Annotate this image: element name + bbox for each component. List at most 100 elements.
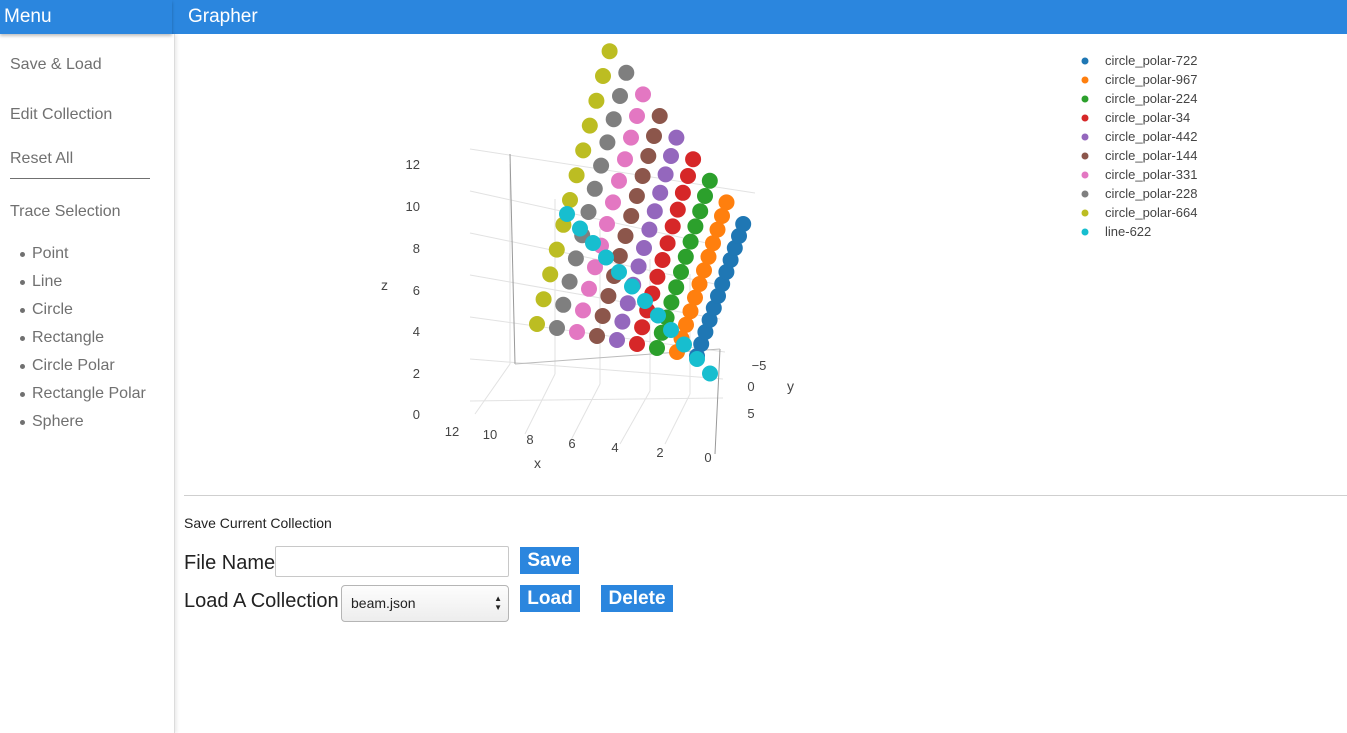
x-tick-label: 0 <box>704 450 711 465</box>
section-divider <box>184 495 1347 496</box>
data-point <box>664 218 681 235</box>
data-point <box>535 291 552 308</box>
legend-entry[interactable]: circle_polar-664 <box>1105 205 1198 220</box>
file-name-label: File Name <box>184 552 276 574</box>
scatter-3d-plot[interactable]: 0 2 4 6 8 10 12 12 10 8 6 4 2 0 −5 0 5 z x y circle_polar-7… <box>175 34 1347 494</box>
file-name-input[interactable] <box>275 546 509 577</box>
data-point <box>687 218 704 235</box>
data-point <box>634 168 651 184</box>
data-point <box>599 216 615 232</box>
legend-entry[interactable]: circle_polar-722 <box>1105 53 1198 68</box>
legend-entry[interactable]: circle_polar-442 <box>1105 129 1198 144</box>
collection-select[interactable]: beam.json ▲ ▼ <box>341 585 509 622</box>
data-point <box>635 86 651 103</box>
z-tick-label: 6 <box>413 283 420 298</box>
bullet-icon <box>20 335 25 341</box>
data-point <box>588 92 605 109</box>
data-point <box>692 203 709 220</box>
data-point <box>611 248 628 264</box>
save-button[interactable]: Save <box>520 547 579 574</box>
data-point <box>629 108 645 124</box>
delete-button[interactable]: Delete <box>601 585 673 612</box>
legend-entry[interactable]: circle_polar-34 <box>1105 110 1190 125</box>
data-point <box>575 302 591 319</box>
data-point <box>575 142 592 159</box>
data-point <box>569 324 585 340</box>
data-point <box>651 108 668 124</box>
data-point <box>657 166 674 183</box>
trace-item-circle[interactable]: Circle <box>20 296 146 324</box>
legend-marker <box>1081 95 1089 103</box>
data-point <box>572 220 588 237</box>
data-point <box>548 241 565 258</box>
data-point <box>617 151 633 168</box>
data-point <box>549 320 565 336</box>
data-point <box>700 248 717 265</box>
legend-entry[interactable]: circle_polar-967 <box>1105 72 1198 87</box>
y-axis-label: y <box>787 378 794 394</box>
app-title: Grapher <box>172 0 1347 34</box>
bullet-icon <box>20 251 25 257</box>
bullet-icon <box>20 391 25 397</box>
data-point <box>668 129 685 146</box>
load-button[interactable]: Load <box>520 585 580 612</box>
x-tick-label: 4 <box>611 440 618 455</box>
trace-item-rectangle-polar[interactable]: Rectangle Polar <box>20 380 146 408</box>
data-point <box>669 201 686 218</box>
legend-entry[interactable]: line-622 <box>1105 224 1151 239</box>
data-point <box>617 228 634 244</box>
trace-item-rectangle[interactable]: Rectangle <box>20 324 146 352</box>
plot-points <box>529 43 752 382</box>
data-point <box>702 365 718 382</box>
data-point <box>568 167 585 184</box>
data-point <box>634 319 651 336</box>
trace-item-sphere[interactable]: Sphere <box>20 408 146 436</box>
data-point <box>561 273 578 290</box>
data-point <box>529 316 545 332</box>
data-point <box>663 148 679 164</box>
trace-item-line[interactable]: Line <box>20 268 146 296</box>
legend-entry[interactable]: circle_polar-228 <box>1105 186 1198 201</box>
x-tick-label: 12 <box>445 424 459 439</box>
z-tick-label: 8 <box>413 241 420 256</box>
trace-item-point[interactable]: Point <box>20 240 146 268</box>
data-point <box>585 235 601 251</box>
data-point <box>709 221 726 238</box>
data-point <box>641 221 658 238</box>
data-point <box>640 148 657 164</box>
data-point <box>611 264 627 280</box>
sidebar-trace-selection: Trace Selection <box>10 203 121 220</box>
sidebar-save-load[interactable]: Save & Load <box>10 56 102 74</box>
legend-marker <box>1081 57 1089 65</box>
select-arrows-icon: ▲ ▼ <box>494 594 502 612</box>
legend-marker <box>1081 190 1089 198</box>
legend-entry[interactable]: circle_polar-224 <box>1105 91 1198 106</box>
data-point <box>623 208 640 224</box>
data-point <box>589 328 605 344</box>
data-point <box>650 307 666 324</box>
data-point <box>623 129 639 146</box>
trace-item-circle-polar[interactable]: Circle Polar <box>20 352 146 380</box>
data-point <box>630 258 647 275</box>
data-point <box>594 308 611 324</box>
legend-entry[interactable]: circle_polar-144 <box>1105 148 1198 163</box>
menu-header: Menu <box>0 0 172 34</box>
legend-marker <box>1081 152 1089 160</box>
legend-entry[interactable]: circle_polar-331 <box>1105 167 1198 182</box>
data-point <box>586 180 603 197</box>
data-point <box>676 336 692 353</box>
sidebar-reset-all[interactable]: Reset All <box>10 150 73 168</box>
data-point <box>696 262 712 279</box>
data-point <box>619 295 636 312</box>
sidebar-edit-collection[interactable]: Edit Collection <box>10 106 112 124</box>
data-point <box>687 289 703 306</box>
data-point <box>701 172 718 189</box>
data-point <box>649 268 666 285</box>
z-axis-label: z <box>381 277 388 293</box>
data-point <box>646 128 662 144</box>
data-point <box>663 322 679 338</box>
data-point <box>611 172 627 189</box>
data-point <box>600 288 617 304</box>
data-point <box>593 157 610 174</box>
data-point <box>624 278 640 295</box>
